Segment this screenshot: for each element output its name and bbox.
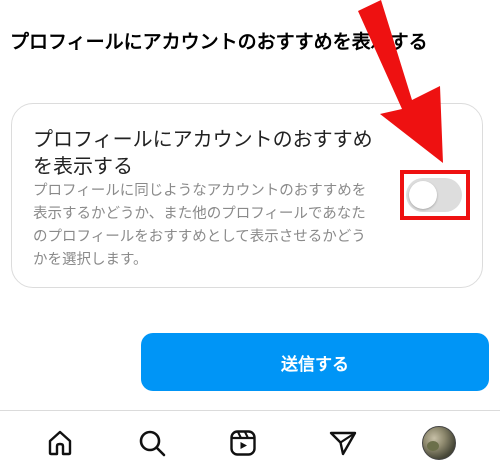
nav-reels[interactable] xyxy=(225,425,261,461)
nav-messages[interactable] xyxy=(325,425,361,461)
nav-search[interactable] xyxy=(134,425,170,461)
suggestions-toggle[interactable] xyxy=(406,178,462,212)
home-icon xyxy=(48,430,72,456)
page-title: プロフィールにアカウントのおすすめを表示する xyxy=(10,31,428,53)
submit-button[interactable]: 送信する xyxy=(141,333,489,391)
bottom-nav xyxy=(0,410,500,473)
send-icon xyxy=(329,431,357,456)
reels-icon xyxy=(230,430,256,456)
toggle-knob xyxy=(409,181,437,209)
setting-title: プロフィールにアカウントのおすすめを表示する xyxy=(33,127,373,178)
setting-description: プロフィールに同じようなアカウントのおすすめを表示するかどうか、また他のプロフィ… xyxy=(33,183,367,268)
nav-profile[interactable] xyxy=(421,425,457,461)
profile-avatar xyxy=(422,426,456,460)
search-icon xyxy=(139,430,166,457)
nav-home[interactable] xyxy=(42,425,78,461)
